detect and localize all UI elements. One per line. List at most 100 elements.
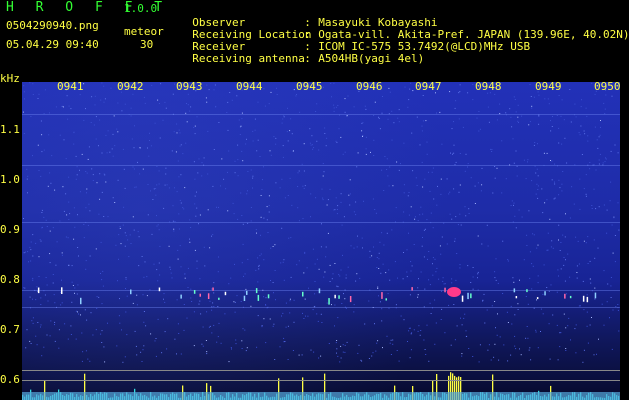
noise-speck: [353, 304, 355, 306]
noise-speck: [29, 340, 31, 342]
meteor-echo: [564, 293, 566, 299]
noise-speck: [418, 278, 419, 280]
noise-speck: [164, 101, 166, 103]
noise-speck: [43, 216, 45, 218]
noise-speck: [51, 155, 53, 157]
noise-speck: [557, 269, 559, 271]
noise-speck: [554, 163, 556, 165]
noise-speck: [599, 134, 601, 136]
noise-speck: [494, 343, 496, 345]
noise-speck: [279, 346, 281, 348]
noise-speck: [559, 250, 561, 251]
noise-speck: [310, 216, 311, 218]
noise-speck: [32, 234, 34, 236]
noise-speck: [199, 278, 201, 280]
noise-speck: [618, 330, 620, 332]
noise-speck: [174, 221, 176, 222]
noise-speck: [430, 212, 432, 214]
noise-speck: [567, 325, 569, 327]
noise-speck: [420, 271, 422, 273]
noise-speck: [402, 278, 404, 280]
noise-speck: [410, 261, 412, 263]
noise-speck: [44, 89, 46, 91]
noise-speck: [505, 178, 507, 180]
noise-speck: [287, 195, 289, 196]
noise-speck: [328, 343, 330, 344]
noise-speck: [494, 177, 496, 179]
noise-speck: [87, 358, 89, 360]
noise-speck: [406, 249, 408, 251]
noise-speck: [298, 170, 300, 172]
noise-speck: [517, 303, 519, 305]
noise-speck: [546, 249, 548, 251]
noise-speck: [357, 352, 359, 354]
noise-speck: [372, 352, 374, 354]
noise-speck: [167, 318, 169, 320]
noise-speck: [515, 348, 517, 350]
noise-speck: [386, 335, 388, 337]
noise-speck: [32, 255, 34, 257]
info-value: A504HB(yagi 4el): [318, 52, 425, 65]
noise-speck: [355, 280, 357, 282]
noise-speck: [201, 162, 203, 164]
noise-speck: [136, 304, 138, 306]
noise-speck: [289, 312, 291, 314]
noise-speck: [461, 324, 463, 326]
noise-speck: [263, 259, 265, 261]
meteor-echo: [470, 293, 472, 299]
noise-speck: [412, 170, 414, 172]
noise-speck: [272, 246, 274, 247]
noise-speck: [441, 308, 443, 310]
noise-speck: [190, 106, 192, 108]
noise-speck: [406, 276, 408, 278]
meteor-echo: [328, 298, 330, 305]
noise-speck: [499, 103, 501, 105]
noise-speck: [452, 153, 453, 155]
noise-speck: [343, 216, 345, 218]
noise-speck: [329, 264, 331, 266]
noise-speck: [600, 120, 601, 121]
noise-speck: [585, 193, 587, 195]
noise-speck: [391, 139, 393, 141]
meteor-echo: [544, 291, 546, 296]
noise-speck: [563, 264, 565, 266]
noise-speck: [205, 97, 207, 99]
noise-speck: [403, 319, 405, 321]
noise-speck: [165, 173, 167, 175]
noise-speck: [122, 148, 124, 150]
meteor-echo: [255, 288, 258, 294]
noise-speck: [295, 95, 297, 97]
noise-speck: [420, 206, 422, 208]
noise-speck: [414, 216, 416, 218]
noise-speck: [578, 132, 580, 134]
noise-speck: [420, 330, 422, 331]
noise-speck: [535, 172, 537, 174]
noise-speck: [28, 261, 29, 263]
noise-speck: [23, 85, 25, 87]
noise-speck: [293, 299, 295, 301]
noise-speck: [303, 170, 305, 172]
noise-speck: [241, 348, 243, 349]
noise-speck: [324, 133, 326, 134]
noise-speck: [517, 309, 519, 310]
noise-speck: [184, 277, 186, 279]
noise-speck: [552, 314, 554, 316]
noise-speck: [263, 296, 265, 298]
noise-speck: [63, 139, 65, 141]
noise-speck: [186, 317, 188, 319]
noise-speck: [32, 279, 34, 281]
noise-speck: [38, 256, 40, 258]
noise-speck: [525, 296, 527, 297]
noise-speck: [202, 345, 204, 347]
noise-speck: [357, 235, 358, 237]
noise-speck: [546, 152, 548, 154]
noise-speck: [474, 203, 476, 204]
noise-speck: [527, 303, 529, 305]
noise-speck: [281, 122, 283, 124]
noise-speck: [451, 278, 453, 280]
noise-speck: [372, 198, 374, 200]
noise-speck: [337, 205, 339, 207]
noise-speck: [337, 286, 339, 288]
noise-speck: [556, 115, 558, 116]
noise-speck: [509, 108, 511, 110]
